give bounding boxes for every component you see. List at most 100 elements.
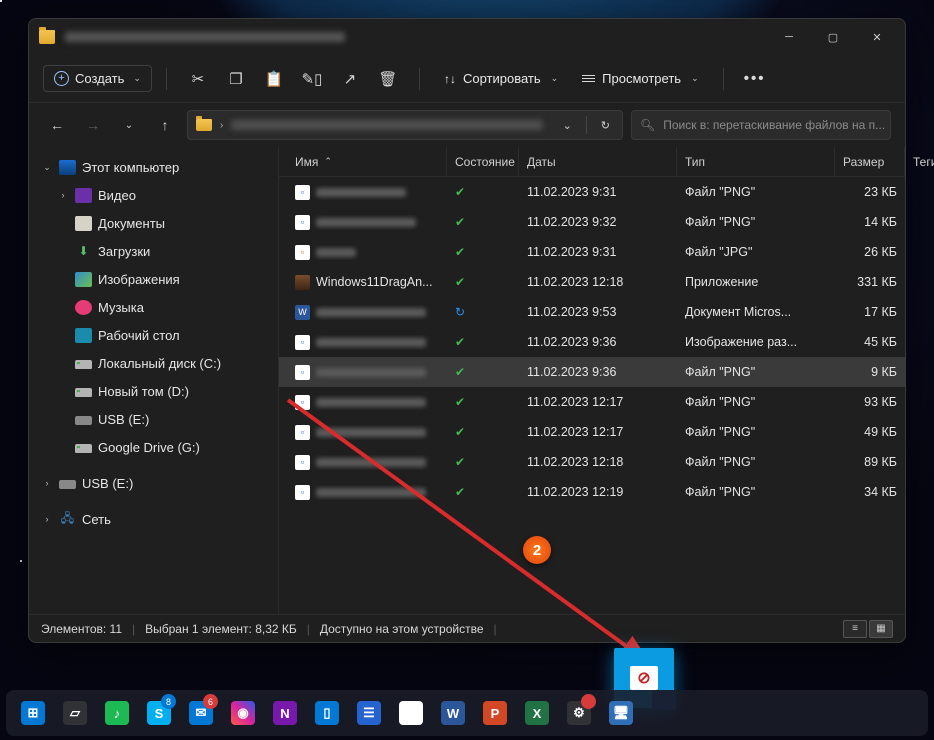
- sidebar-item-dl[interactable]: ⬇ Загрузки: [33, 237, 274, 265]
- file-icon: ▫: [295, 485, 310, 500]
- chevron-down-icon[interactable]: ⌄: [557, 119, 578, 132]
- address-bar-row: ← → ⌄ ↑ › ⌄ ↻ 🔍︎ Поиск в: перетаскивание…: [29, 103, 905, 147]
- view-button[interactable]: Просмотреть ⌄: [572, 66, 708, 91]
- sidebar-item-desk[interactable]: Рабочий стол: [33, 321, 274, 349]
- taskbar-powerpoint[interactable]: P: [476, 694, 514, 732]
- sidebar-item-vid[interactable]: › Видео: [33, 181, 274, 209]
- col-size[interactable]: Размер: [835, 147, 905, 176]
- more-button[interactable]: •••: [738, 64, 772, 94]
- taskbar-chrome[interactable]: ◐: [392, 694, 430, 732]
- table-row[interactable]: ▫ ✔ 11.02.2023 12:17 Файл "PNG" 93 КБ: [279, 387, 905, 417]
- file-size: 14 КБ: [835, 215, 905, 229]
- table-row[interactable]: ▫ ✔ 11.02.2023 9:31 Файл "JPG" 26 КБ: [279, 237, 905, 267]
- chevron-icon: ⌄: [41, 162, 53, 173]
- file-size: 26 КБ: [835, 245, 905, 259]
- table-row[interactable]: W ↻ 11.02.2023 9:53 Документ Micros... 1…: [279, 297, 905, 327]
- taskbar-start[interactable]: ⊞: [14, 694, 52, 732]
- sync-status-icon: ✔: [455, 275, 465, 289]
- sidebar-item-usb[interactable]: USB (E:): [33, 405, 274, 433]
- excel-icon: X: [525, 701, 549, 725]
- table-row[interactable]: ▫ ✔ 11.02.2023 9:32 Файл "PNG" 14 КБ: [279, 207, 905, 237]
- table-row[interactable]: ▫ ✔ 11.02.2023 12:19 Файл "PNG" 34 КБ: [279, 477, 905, 507]
- no-drop-icon: ⊘: [630, 666, 658, 690]
- sidebar-item-mus[interactable]: Музыка: [33, 293, 274, 321]
- taskbar-word[interactable]: W: [434, 694, 472, 732]
- col-type[interactable]: Тип: [677, 147, 835, 176]
- taskbar-skype[interactable]: S 8: [140, 694, 178, 732]
- copy-button[interactable]: ❐: [219, 64, 253, 94]
- table-row[interactable]: ▫ ✔ 11.02.2023 9:31 Файл "PNG" 23 КБ: [279, 177, 905, 207]
- taskbar-calculator[interactable]: ▱: [56, 694, 94, 732]
- address-bar[interactable]: › ⌄ ↻: [187, 110, 623, 140]
- sidebar-item-doc[interactable]: Документы: [33, 209, 274, 237]
- details-view-button[interactable]: ≡: [843, 620, 867, 638]
- file-size: 89 КБ: [835, 455, 905, 469]
- sidebar-item-drv[interactable]: Локальный диск (C:): [33, 349, 274, 377]
- table-row[interactable]: ▫ ✔ 11.02.2023 9:36 Изображение раз... 4…: [279, 327, 905, 357]
- drv-icon: [75, 360, 92, 369]
- search-input[interactable]: 🔍︎ Поиск в: перетаскивание файлов на п..…: [631, 110, 891, 140]
- sidebar-item-drv[interactable]: Новый том (D:): [33, 377, 274, 405]
- sync-status-icon: ✔: [455, 215, 465, 229]
- file-size: 331 КБ: [835, 275, 905, 289]
- sort-button[interactable]: ↑↓ Сортировать ⌄: [434, 66, 568, 91]
- badge: 6: [203, 694, 218, 709]
- col-tags[interactable]: Теги: [905, 147, 934, 176]
- taskbar-onenote[interactable]: N: [266, 694, 304, 732]
- file-size: 34 КБ: [835, 485, 905, 499]
- file-type: Изображение раз...: [677, 335, 835, 349]
- sidebar-label: Google Drive (G:): [98, 440, 200, 455]
- vid-icon: [75, 188, 92, 203]
- separator: [723, 68, 724, 90]
- share-button[interactable]: ↗: [333, 64, 367, 94]
- nav-sidebar: ⌄ Этот компьютер› Видео Документы ⬇ Загр…: [29, 147, 279, 614]
- taskbar-excel[interactable]: X: [518, 694, 556, 732]
- cut-button[interactable]: ✂: [181, 64, 215, 94]
- taskbar-mail[interactable]: ✉ 6: [182, 694, 220, 732]
- table-row[interactable]: ▫ ✔ 11.02.2023 9:36 Файл "PNG" 9 КБ: [279, 357, 905, 387]
- file-name: [316, 248, 356, 257]
- status-available: Доступно на этом устройстве: [320, 622, 484, 636]
- file-icon: ▫: [295, 395, 310, 410]
- table-row[interactable]: Windows11DragAn... ✔ 11.02.2023 12:18 Пр…: [279, 267, 905, 297]
- taskbar-phone[interactable]: ▯: [308, 694, 346, 732]
- minimize-button[interactable]: ─: [767, 22, 811, 52]
- forward-button[interactable]: →: [79, 111, 107, 139]
- table-row[interactable]: ▫ ✔ 11.02.2023 12:17 Файл "PNG" 49 КБ: [279, 417, 905, 447]
- close-button[interactable]: ✕: [855, 22, 899, 52]
- instagram-icon: ◉: [231, 701, 255, 725]
- table-row[interactable]: ▫ ✔ 11.02.2023 12:18 Файл "PNG" 89 КБ: [279, 447, 905, 477]
- new-button[interactable]: + Создать ⌄: [43, 65, 152, 92]
- sidebar-item-pc[interactable]: ⌄ Этот компьютер: [33, 153, 274, 181]
- back-button[interactable]: ←: [43, 111, 71, 139]
- sidebar-item-net[interactable]: › 🖧 Сеть: [33, 505, 274, 533]
- taskbar-this-pc[interactable]: 🖥: [602, 694, 640, 732]
- icons-view-button[interactable]: ▦: [869, 620, 893, 638]
- chevron-down-icon: ⌄: [551, 73, 559, 84]
- sidebar-item-usb[interactable]: › USB (E:): [33, 469, 274, 497]
- badge: 8: [161, 694, 176, 709]
- sidebar-item-drv[interactable]: Google Drive (G:): [33, 433, 274, 461]
- taskbar[interactable]: ⊞ ▱ ♪ S 8✉ 6 ◉ N ▯ ☰ ◐ W P X ⚙ 🖥: [6, 690, 928, 736]
- taskbar-spotify[interactable]: ♪: [98, 694, 136, 732]
- sidebar-item-img[interactable]: Изображения: [33, 265, 274, 293]
- maximize-button[interactable]: ▢: [811, 22, 855, 52]
- file-type: Файл "PNG": [677, 395, 835, 409]
- recent-button[interactable]: ⌄: [115, 111, 143, 139]
- refresh-button[interactable]: ↻: [595, 119, 616, 132]
- titlebar[interactable]: перетаскивание файлов на панель задач в …: [29, 19, 905, 55]
- file-icon: ▫: [295, 455, 310, 470]
- file-size: 9 КБ: [835, 365, 905, 379]
- col-date[interactable]: Даты: [519, 147, 677, 176]
- up-button[interactable]: ↑: [151, 111, 179, 139]
- delete-button[interactable]: 🗑: [371, 64, 405, 94]
- paste-button[interactable]: 📋: [257, 64, 291, 94]
- col-state[interactable]: Состояние: [447, 147, 519, 176]
- chevron-icon: ›: [41, 478, 53, 488]
- rename-button[interactable]: ✎▯: [295, 64, 329, 94]
- taskbar-settings[interactable]: ⚙: [560, 694, 598, 732]
- file-name: [316, 488, 426, 497]
- taskbar-instagram[interactable]: ◉: [224, 694, 262, 732]
- col-name[interactable]: Имя: [287, 147, 447, 176]
- taskbar-tasks[interactable]: ☰: [350, 694, 388, 732]
